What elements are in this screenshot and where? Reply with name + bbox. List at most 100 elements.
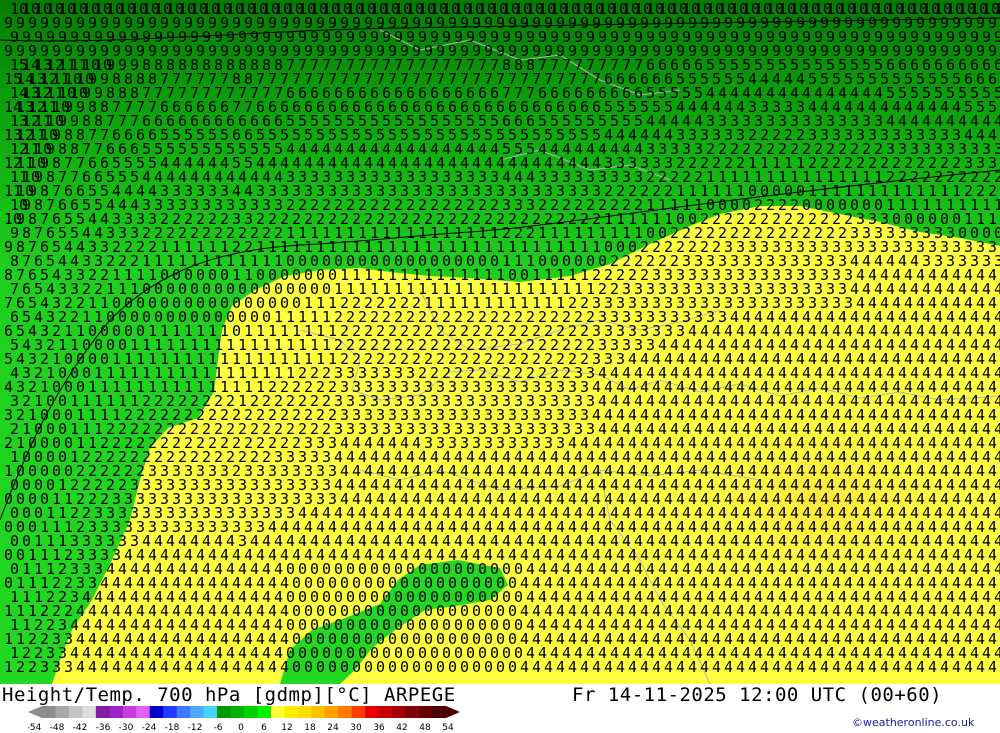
scale-swatch <box>405 706 420 718</box>
temperature-value: 4 <box>724 658 733 676</box>
temperature-value: 4 <box>964 658 973 676</box>
temperature-value: 4 <box>532 658 541 676</box>
temperature-value: 4 <box>676 658 685 676</box>
scale-swatch <box>338 706 353 718</box>
temperature-value: 4 <box>760 658 769 676</box>
scale-swatch <box>244 706 258 718</box>
temperature-value: 4 <box>184 658 193 676</box>
temperature-value: 3 <box>64 658 73 676</box>
temperature-value: 4 <box>784 658 793 676</box>
scale-tick-label: -30 <box>119 723 134 732</box>
scale-swatch <box>324 706 339 718</box>
temperature-value: 4 <box>868 658 877 676</box>
temperature-value: 0 <box>472 658 481 676</box>
scale-swatch <box>190 706 205 718</box>
temperature-value: 4 <box>748 658 757 676</box>
temperature-value: 4 <box>112 658 121 676</box>
temperature-value: 4 <box>928 658 937 676</box>
temperature-value: 0 <box>388 658 397 676</box>
temperature-value: 1 <box>4 658 13 676</box>
temperature-value: 4 <box>904 658 913 676</box>
temperature-value: 0 <box>448 658 457 676</box>
scale-arrow-right <box>446 706 460 718</box>
valid-time: Fr 14-11-2025 12:00 UTC (00+60) <box>572 684 942 706</box>
temperature-value: 3 <box>52 658 61 676</box>
scale-tick-label: -36 <box>96 723 111 732</box>
temperature-value: 2 <box>16 658 25 676</box>
temperature-value: 4 <box>736 658 745 676</box>
temperature-map: 1010101010101010101010101010101010101010… <box>0 0 1000 684</box>
scale-tick-label: -24 <box>142 723 157 732</box>
temperature-value: 4 <box>808 658 817 676</box>
temperature-value: 0 <box>328 658 337 676</box>
scale-tick-label: 36 <box>373 723 385 732</box>
temperature-value: 4 <box>652 658 661 676</box>
credit-link[interactable]: ©weatheronline.co.uk <box>852 716 974 729</box>
temperature-value: 4 <box>544 658 553 676</box>
scale-tick-label: -6 <box>214 723 223 732</box>
temperature-value: 0 <box>376 658 385 676</box>
scale-swatch <box>378 706 393 718</box>
temperature-value: 4 <box>832 658 841 676</box>
scale-tick-label: 12 <box>281 723 292 732</box>
map-footer: Height/Temp. 700 hPa [gdmp][°C] ARPEGE F… <box>0 684 1000 733</box>
temperature-value: 4 <box>820 658 829 676</box>
temperature-value: 4 <box>844 658 853 676</box>
scale-tick-label: 18 <box>304 723 316 732</box>
scale-swatch <box>284 706 299 718</box>
scale-swatch <box>392 706 407 718</box>
scale-tick-label: -48 <box>50 723 65 732</box>
temperature-value: 4 <box>88 658 97 676</box>
temperature-value: 4 <box>196 658 205 676</box>
scale-arrow-left <box>28 706 42 718</box>
scale-swatch <box>351 706 366 718</box>
temperature-value: 4 <box>280 658 289 676</box>
temperature-value: 4 <box>640 658 649 676</box>
temperature-value: 4 <box>916 658 925 676</box>
temperature-value: 0 <box>412 658 421 676</box>
temperature-value: 4 <box>628 658 637 676</box>
temperature-value: 4 <box>796 658 805 676</box>
scale-swatch <box>419 706 434 718</box>
temperature-value: 0 <box>352 658 361 676</box>
scale-tick-label: 48 <box>419 723 431 732</box>
scale-tick-label: 6 <box>261 723 267 732</box>
scale-tick-label: 24 <box>327 723 339 732</box>
scale-swatch <box>311 706 326 718</box>
map-title: Height/Temp. 700 hPa [gdmp][°C] ARPEGE <box>2 684 456 706</box>
temperature-value: 4 <box>664 658 673 676</box>
temperature-value: 4 <box>892 658 901 676</box>
temperature-value: 0 <box>508 658 517 676</box>
temperature-value: 4 <box>568 658 577 676</box>
temperature-value: 4 <box>592 658 601 676</box>
scale-tick-label: -12 <box>188 723 203 732</box>
temperature-value: 4 <box>580 658 589 676</box>
temperature-value: 4 <box>688 658 697 676</box>
scale-swatch <box>270 706 285 718</box>
scale-tick-label: 54 <box>442 723 454 732</box>
scale-swatch <box>432 706 447 718</box>
temperature-value: 4 <box>880 658 889 676</box>
temperature-value: 0 <box>484 658 493 676</box>
scale-tick-label: 30 <box>350 723 362 732</box>
temperature-value: 4 <box>520 658 529 676</box>
temperature-value: 4 <box>604 658 613 676</box>
temperature-value: 0 <box>424 658 433 676</box>
temperature-value: 4 <box>556 658 565 676</box>
temperature-value: 0 <box>316 658 325 676</box>
temperature-value: 4 <box>700 658 709 676</box>
temperature-value: 0 <box>400 658 409 676</box>
scale-swatch <box>136 706 151 718</box>
scale-swatch <box>149 706 164 718</box>
scale-swatch <box>82 706 97 718</box>
scale-swatch <box>122 706 137 718</box>
temperature-value: 0 <box>436 658 445 676</box>
temperature-value: 0 <box>496 658 505 676</box>
scale-swatch <box>68 706 83 718</box>
scale-swatch <box>217 706 232 718</box>
temperature-value: 4 <box>712 658 721 676</box>
temperature-grid-labels: 1010101010101010101010101010101010101010… <box>4 0 1000 676</box>
temperature-value: 0 <box>340 658 349 676</box>
temperature-value: 3 <box>40 658 49 676</box>
temperature-value: 4 <box>988 658 997 676</box>
